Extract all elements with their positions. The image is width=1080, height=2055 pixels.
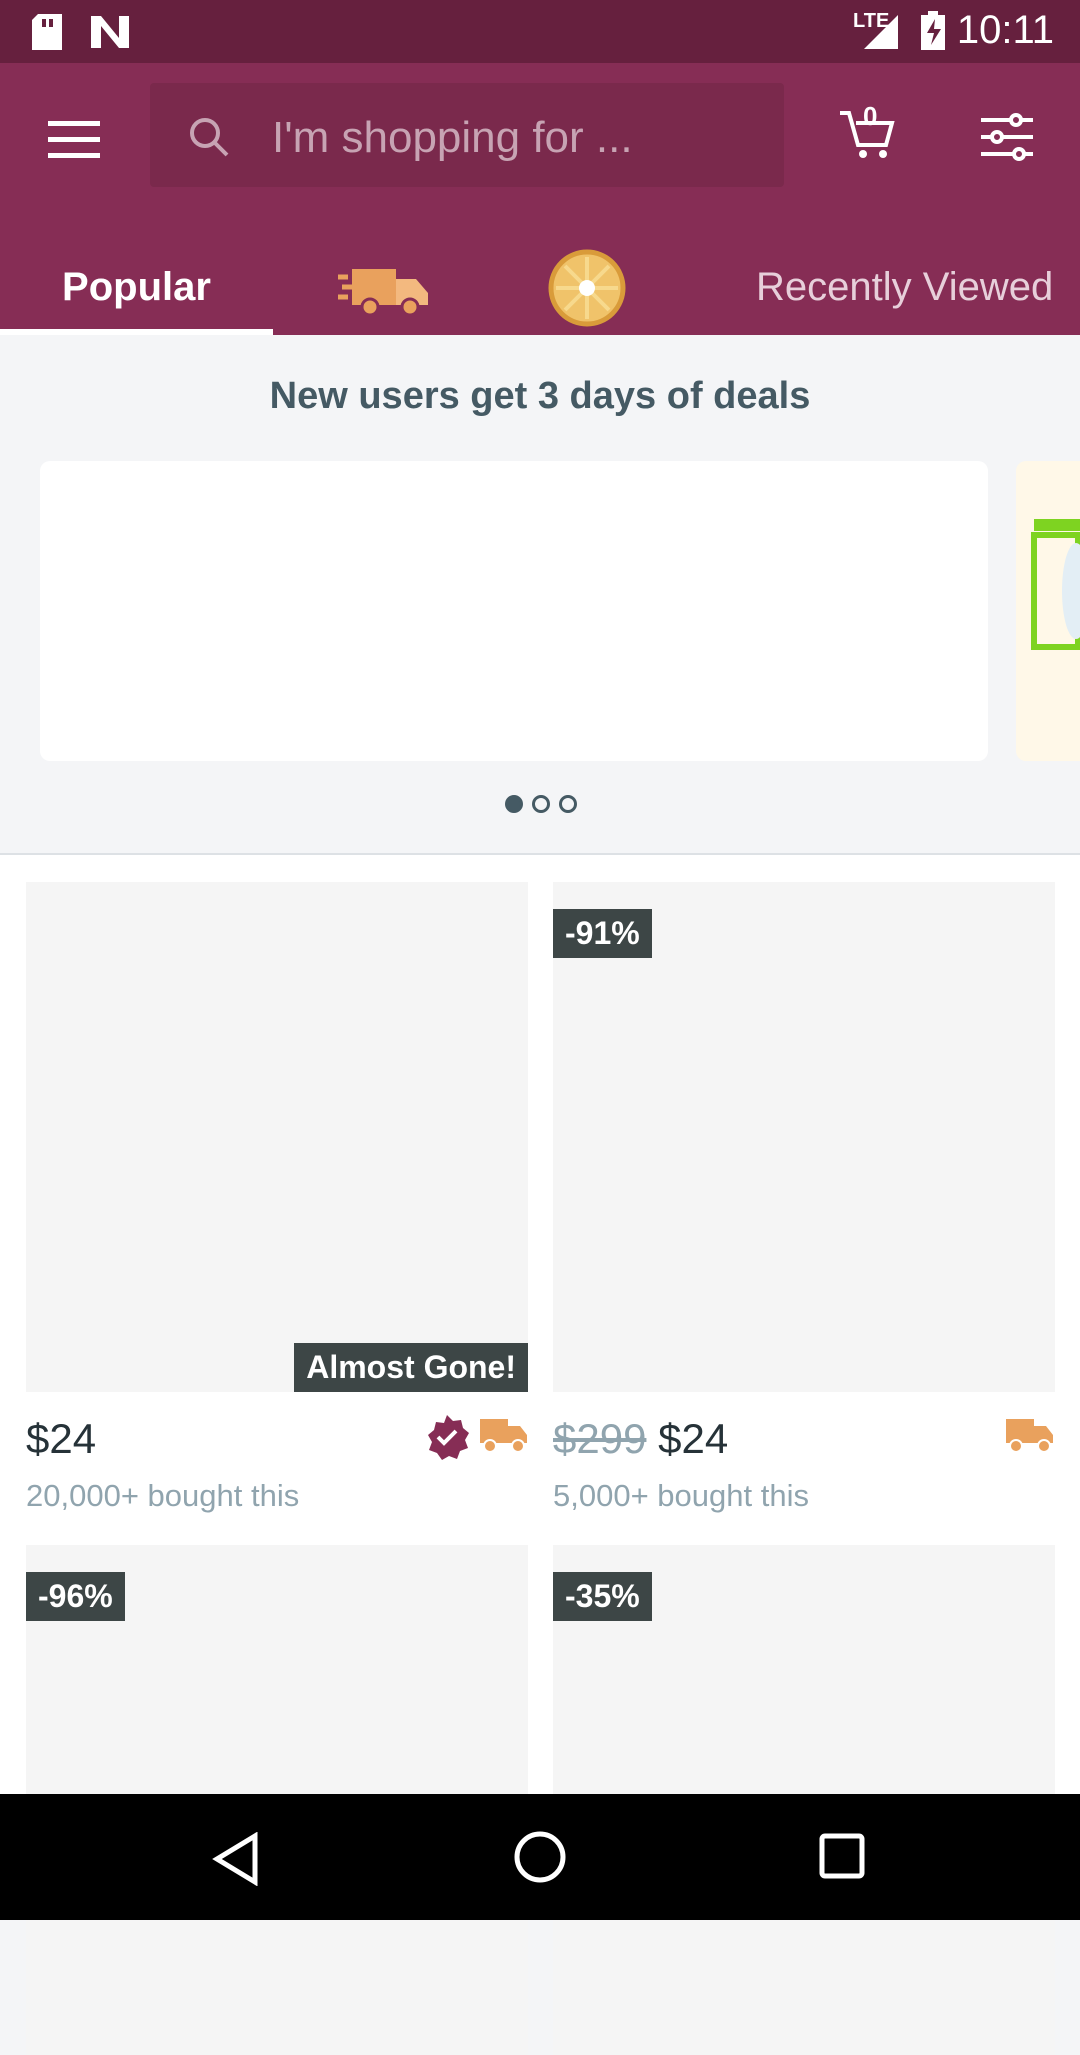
cart-count: 0 (863, 101, 878, 131)
product-sold-count: 20,000+ bought this (26, 1478, 300, 1513)
promo-card-next[interactable] (1016, 461, 1080, 761)
menu-icon[interactable] (48, 119, 100, 159)
carousel-dot-active (505, 795, 523, 813)
carousel-indicator (505, 795, 585, 815)
search-icon (190, 118, 229, 157)
carousel-dot (559, 795, 577, 813)
signal-icon (864, 15, 898, 49)
search-input[interactable]: I'm shopping for ... (150, 83, 784, 187)
fast-delivery-icon (338, 269, 428, 317)
battery-charging-icon (921, 11, 945, 50)
discount-badge: -35% (553, 1572, 652, 1621)
reward-wheel-icon (548, 249, 626, 327)
tab-fast-delivery[interactable] (330, 239, 440, 335)
clock: 10:11 (956, 8, 1054, 52)
back-icon[interactable] (210, 1832, 260, 1886)
product-sold-count: 5,000+ bought this (553, 1478, 809, 1513)
tab-popular[interactable]: Popular (0, 239, 273, 335)
home-icon[interactable] (513, 1830, 567, 1884)
tab-reward-wheel[interactable] (542, 239, 632, 335)
promo-section: New users get 3 days of deals (0, 335, 1080, 855)
discount-badge: -96% (26, 1572, 125, 1621)
navigation-bar (0, 1794, 1080, 1920)
delivery-truck-icon (480, 1419, 527, 1453)
sd-card-icon (32, 14, 62, 50)
tab-bar: Popular Recently Viewed (0, 239, 1080, 335)
sale-price: $24 (658, 1415, 729, 1462)
notification-n-icon (91, 16, 129, 48)
recent-apps-icon[interactable] (818, 1832, 866, 1880)
verified-badge-icon (428, 1415, 469, 1460)
discount-badge: -91% (553, 909, 652, 958)
product-card[interactable]: Almost Gone! (26, 882, 528, 1392)
promo-title: New users get 3 days of deals (269, 375, 811, 417)
product-card[interactable]: -91% (553, 882, 1055, 1392)
product-price: $299 $24 (553, 1415, 728, 1463)
delivery-truck-icon (1006, 1419, 1053, 1453)
carousel-dot (532, 795, 550, 813)
status-badge: Almost Gone! (294, 1343, 528, 1392)
product-price: $24 (26, 1415, 97, 1462)
touch-indicator-icon (1031, 519, 1080, 650)
filter-icon[interactable] (981, 113, 1033, 161)
original-price: $299 (553, 1415, 647, 1462)
search-placeholder: I'm shopping for ... (272, 113, 633, 162)
app-bar: I'm shopping for ... 0 Popular Recently … (0, 63, 1080, 335)
product-grid: Almost Gone! $24 20,000+ bought this -91… (0, 855, 1080, 2055)
status-bar: LTE 10:11 (0, 0, 1080, 63)
tab-recently-viewed[interactable]: Recently Viewed (756, 239, 1080, 335)
promo-card[interactable] (40, 461, 988, 761)
